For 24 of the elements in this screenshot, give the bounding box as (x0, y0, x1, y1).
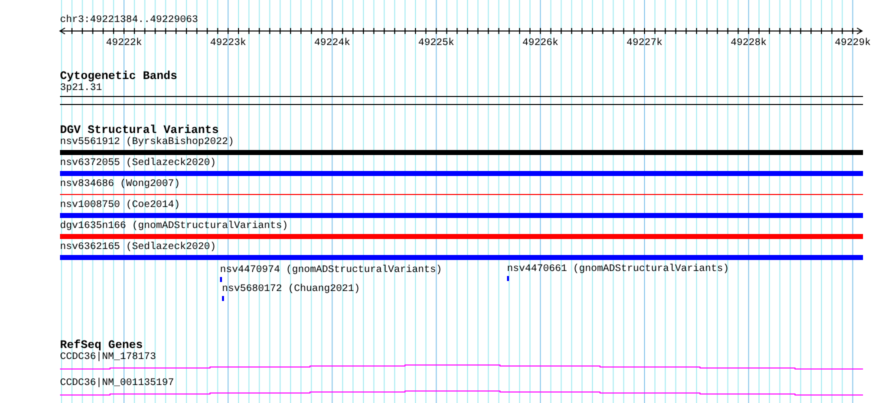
track-title: DGV Structural Variants (60, 125, 219, 137)
tick-label: 49224k (314, 38, 350, 49)
track-title: RefSeq Genes (60, 340, 143, 352)
variant-label: dgv1635n166 (gnomADStructuralVariants) (60, 221, 288, 233)
variant-label: nsv1008750 (Coe2014) (60, 200, 180, 212)
tick-label: 49223k (210, 38, 246, 49)
tick-label: 49226k (522, 38, 558, 49)
variant-label: nsv4470974 (gnomADStructuralVariants) (220, 265, 442, 277)
location-label: chr3:49221384..49229063 (60, 15, 198, 27)
tick-label: 49222k (106, 38, 142, 49)
gene-label: CCDC36|NM_001135197 (60, 378, 174, 390)
variant-label: nsv4470661 (gnomADStructuralVariants) (507, 264, 730, 276)
tick-label: 49229k (834, 38, 871, 49)
tick-label: 49228k (730, 38, 767, 49)
variant-label: nsv5561912 (ByrskaBishop2022) (60, 137, 234, 149)
track-title: Cytogenetic Bands (60, 71, 178, 83)
variant-label: nsv6372055 (Sedlazeck2020) (60, 158, 216, 170)
band-label: 3p21.31 (60, 83, 102, 95)
variant-label: nsv5680172 (Chuang2021) (222, 284, 360, 296)
variant-label: nsv6362165 (Sedlazeck2020) (60, 242, 216, 254)
tick-label: 49225k (418, 38, 454, 49)
tick-label: 49227k (626, 38, 662, 49)
variant-label: nsv834686 (Wong2007) (60, 179, 180, 191)
gene-label: CCDC36|NM_178173 (60, 352, 156, 364)
